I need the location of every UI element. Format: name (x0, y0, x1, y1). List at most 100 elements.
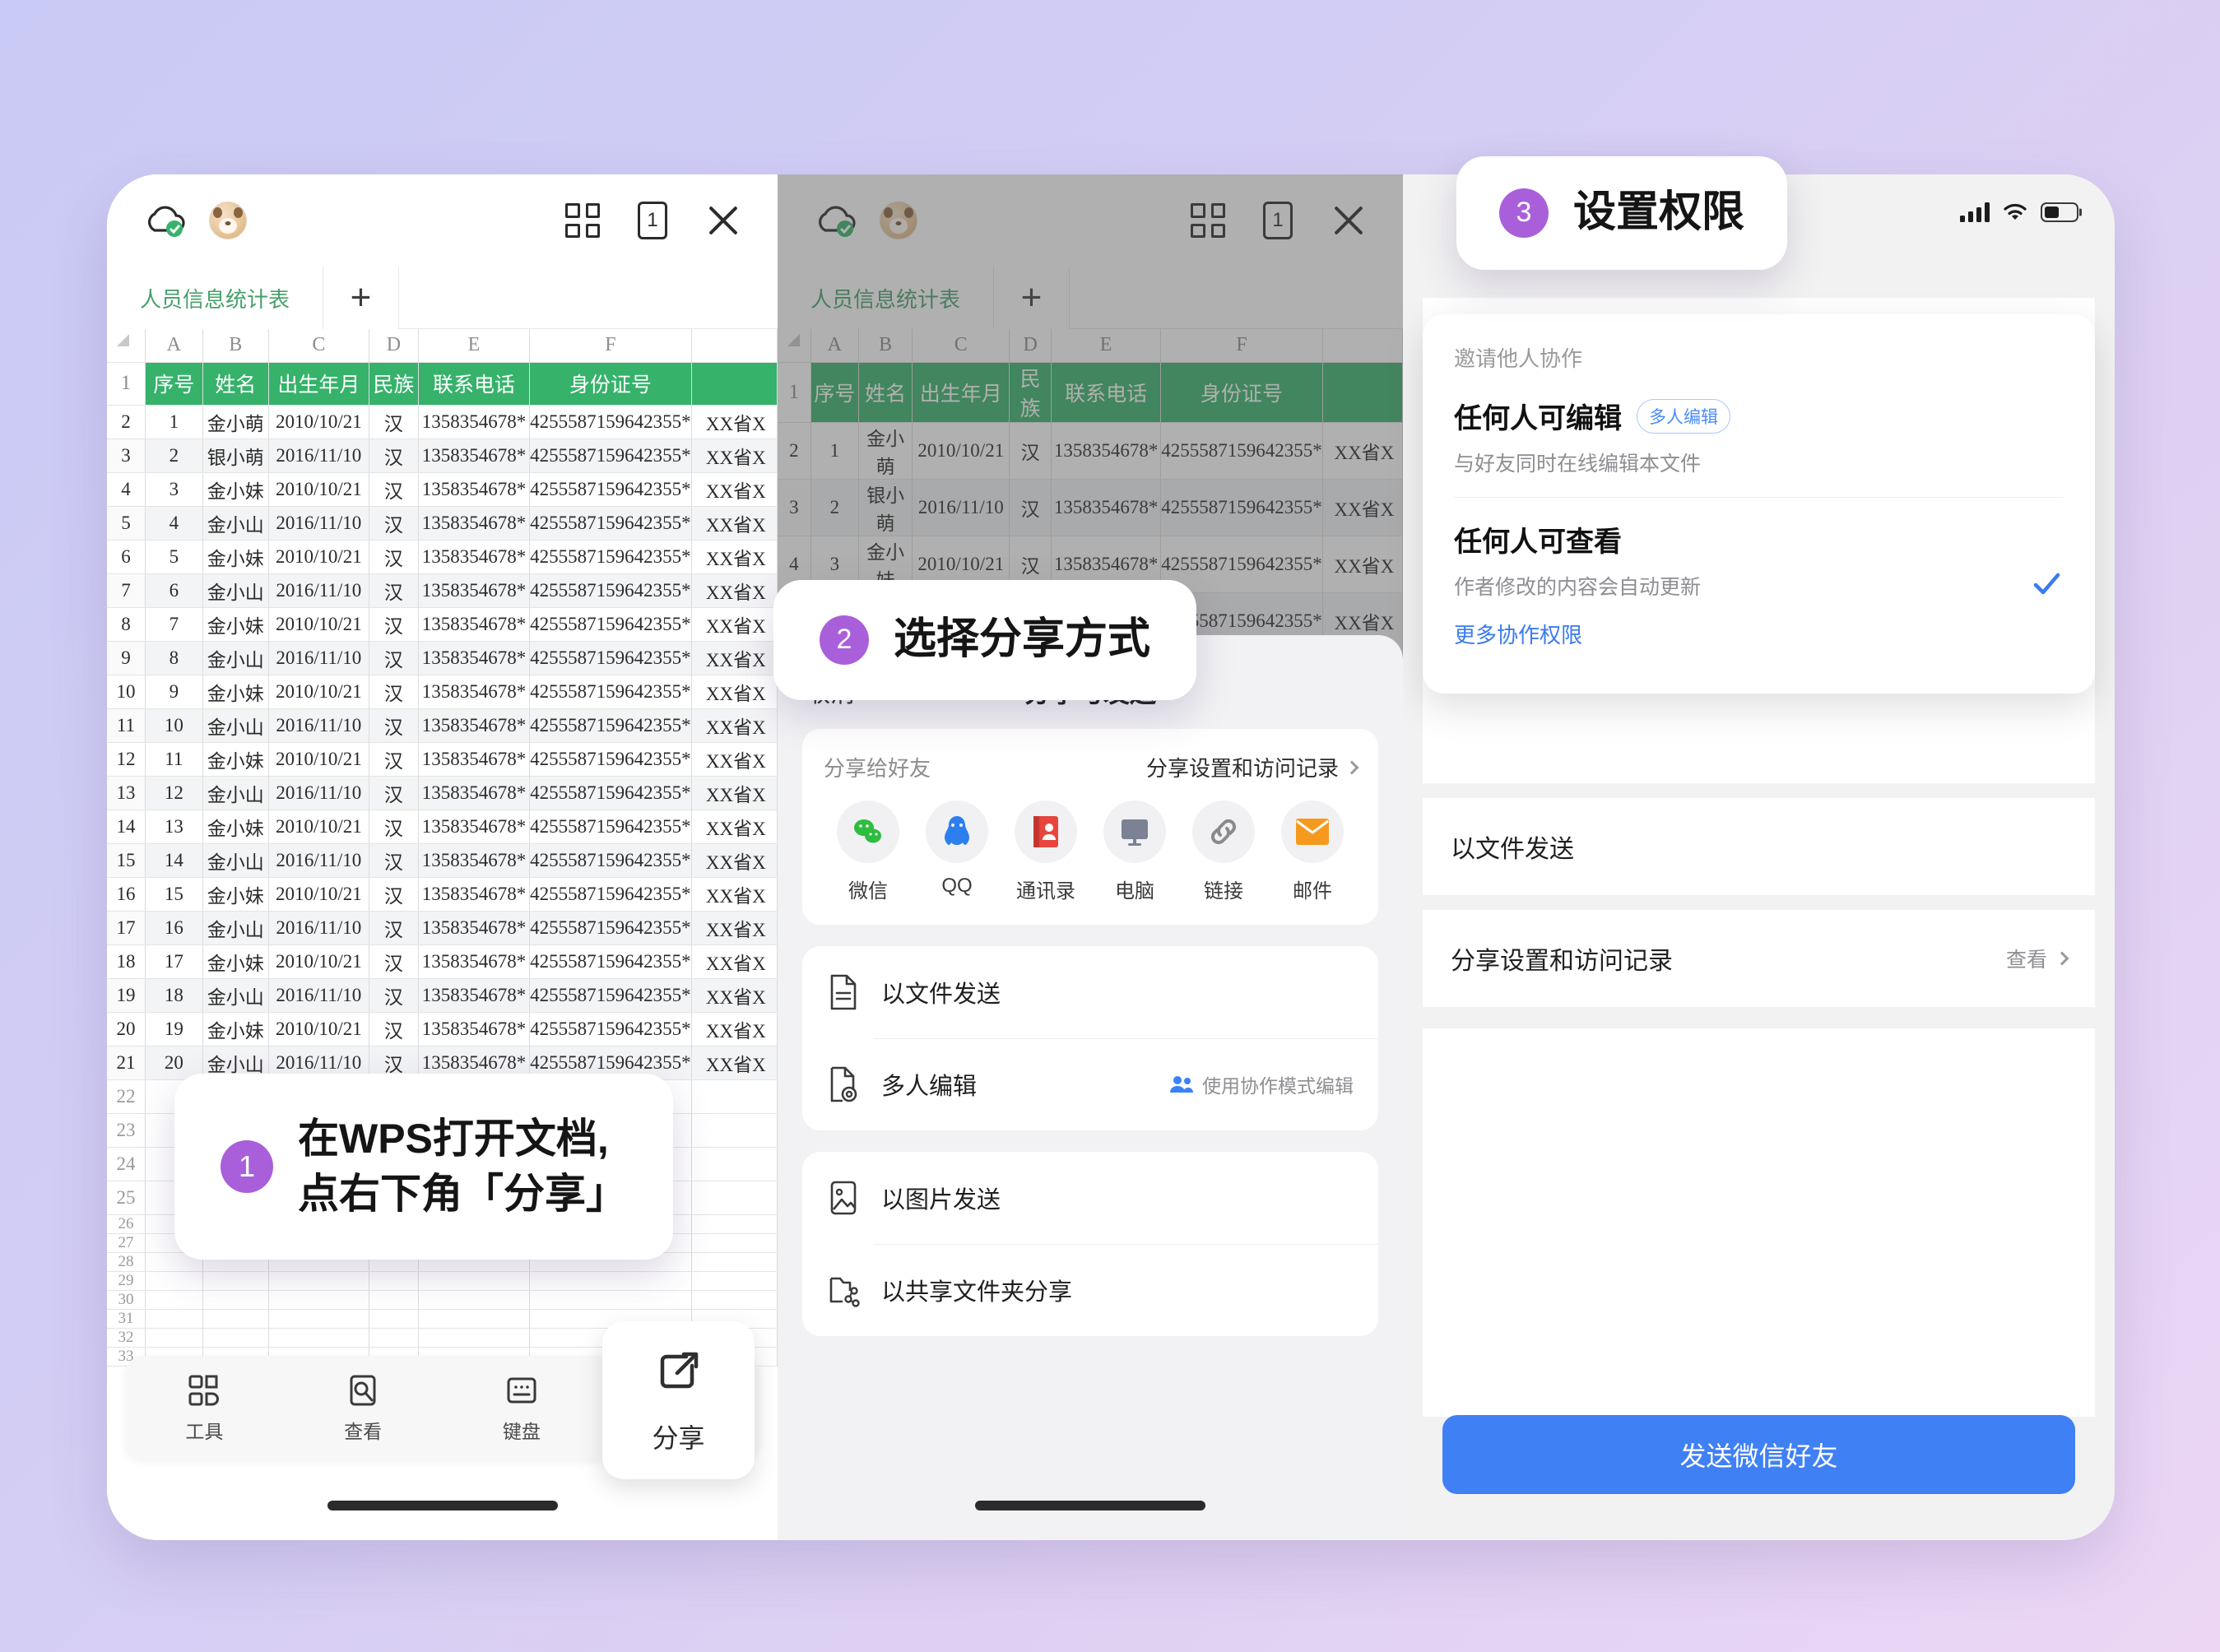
share-option-file[interactable]: 以文件发送 (802, 946, 1378, 1038)
table-cell[interactable]: 金小妹 (202, 607, 269, 642)
row-number[interactable]: 16 (107, 877, 146, 912)
table-cell[interactable]: 1358354678* (418, 708, 531, 743)
close-icon[interactable] (705, 202, 741, 239)
table-cell[interactable]: 6 (145, 573, 203, 608)
table-cell[interactable]: 18 (145, 978, 203, 1013)
table-cell[interactable] (369, 1328, 419, 1348)
column-letter[interactable]: D (369, 329, 419, 363)
table-cell[interactable]: XX省X (691, 1012, 778, 1046)
table-cell[interactable] (691, 1252, 778, 1272)
table-cell[interactable]: 1358354678* (418, 439, 531, 473)
row-number[interactable]: 12 (107, 742, 146, 777)
table-row[interactable]: 1817金小妹2010/10/21汉1358354678*42555871596… (107, 944, 778, 979)
table-cell[interactable]: 2016/11/10 (268, 911, 369, 945)
table-cell[interactable]: XX省X (691, 742, 778, 777)
table-cell[interactable] (202, 1328, 269, 1348)
table-cell[interactable]: 2016/11/10 (268, 978, 369, 1013)
table-cell[interactable]: XX省X (691, 506, 778, 541)
table-cell[interactable]: 2010/10/21 (268, 607, 369, 642)
row-number[interactable]: 10 (107, 675, 146, 709)
share-option-collab[interactable]: 多人编辑 使用协作模式编辑 (802, 1038, 1378, 1130)
sheet-tab-active[interactable]: 人员信息统计表 (107, 267, 324, 329)
table-cell[interactable]: 汉 (369, 810, 419, 844)
share-app-contacts[interactable]: 通讯录 (1001, 800, 1090, 903)
table-cell[interactable]: XX省X (691, 573, 778, 608)
row-number[interactable]: 13 (107, 776, 146, 810)
table-cell[interactable]: 汉 (369, 573, 419, 608)
table-cell[interactable]: 4255587159642355* (529, 439, 692, 473)
table-cell[interactable] (202, 1290, 269, 1310)
table-cell[interactable] (145, 1328, 203, 1348)
table-cell[interactable] (529, 1271, 692, 1291)
table-cell[interactable]: 1358354678* (418, 607, 531, 642)
table-cell[interactable]: 4255587159642355* (529, 877, 692, 912)
add-sheet-button[interactable]: + (323, 267, 400, 329)
share-app-qq[interactable]: QQ (913, 800, 1001, 903)
table-cell[interactable]: 2010/10/21 (268, 472, 369, 507)
table-cell[interactable]: 1358354678* (418, 843, 531, 878)
table-cell[interactable]: 11 (145, 742, 203, 777)
table-cell[interactable]: 汉 (369, 843, 419, 878)
table-cell[interactable]: XX省X (691, 675, 778, 709)
table-row[interactable]: 54金小山2016/11/10汉1358354678*4255587159642… (107, 506, 778, 541)
table-cell[interactable]: 7 (145, 607, 203, 642)
table-cell[interactable]: 4255587159642355* (529, 810, 692, 844)
share-app-link[interactable]: 链接 (1179, 800, 1268, 903)
table-cell[interactable]: 4255587159642355* (529, 742, 692, 777)
table-cell[interactable]: 3 (145, 472, 203, 507)
table-cell[interactable]: 银小萌 (202, 439, 269, 473)
page-count-badge[interactable]: 1 (638, 202, 667, 239)
table-cell[interactable]: 1 (145, 405, 203, 439)
table-cell[interactable]: XX省X (691, 877, 778, 912)
table-cell[interactable]: 4 (145, 506, 203, 541)
table-cell[interactable] (691, 1181, 778, 1215)
table-row[interactable]: 1918金小山2016/11/10汉1358354678*42555871596… (107, 978, 778, 1013)
table-cell[interactable]: 17 (145, 944, 203, 979)
table-cell[interactable]: 4255587159642355* (529, 607, 692, 642)
table-row[interactable]: 1312金小山2016/11/10汉1358354678*42555871596… (107, 776, 778, 810)
row-number[interactable]: 3 (107, 439, 146, 473)
table-row[interactable]: 87金小妹2010/10/21汉1358354678*4255587159642… (107, 607, 778, 642)
table-cell[interactable]: 2010/10/21 (268, 405, 369, 439)
table-cell[interactable]: 5 (145, 540, 203, 574)
table-cell[interactable]: XX省X (691, 405, 778, 439)
table-cell[interactable] (418, 1290, 531, 1310)
row-number[interactable]: 27 (107, 1233, 146, 1253)
table-cell[interactable] (369, 1271, 419, 1291)
table-row[interactable]: 2 1 金小萌 2010/10/21 汉 1358354678* 4255587159642… (107, 405, 778, 439)
table-cell[interactable]: 1358354678* (418, 944, 531, 979)
table-cell[interactable]: 金小妹 (202, 742, 269, 777)
table-cell[interactable]: 10 (145, 708, 203, 743)
table-cell[interactable] (268, 1290, 369, 1310)
table-cell[interactable] (691, 1233, 778, 1253)
column-letter[interactable]: B (202, 329, 269, 363)
share-settings-link[interactable]: 分享设置和访问记录 (1146, 752, 1359, 782)
table-cell[interactable]: 汉 (369, 1012, 419, 1046)
table-cell[interactable]: 金小萌 (202, 405, 269, 439)
row-number[interactable]: 31 (107, 1309, 146, 1329)
table-cell[interactable]: 4255587159642355* (529, 573, 692, 608)
table-cell[interactable]: 2010/10/21 (268, 877, 369, 912)
table-row[interactable]: 76金小山2016/11/10汉1358354678*4255587159642… (107, 573, 778, 608)
table-cell[interactable]: 4255587159642355* (529, 675, 692, 709)
share-option-folder[interactable]: 以共享文件夹分享 (802, 1244, 1378, 1336)
table-cell[interactable]: 金小山 (202, 573, 269, 608)
table-cell[interactable]: XX省X (691, 708, 778, 743)
row-number[interactable]: 20 (107, 1012, 146, 1046)
table-cell[interactable]: 金小山 (202, 506, 269, 541)
table-cell[interactable]: 2010/10/21 (268, 810, 369, 844)
column-letter[interactable]: A (145, 329, 203, 363)
table-row[interactable]: 1110金小山2016/11/10汉1358354678*42555871596… (107, 708, 778, 743)
row-number[interactable]: 18 (107, 944, 146, 979)
table-cell[interactable]: 4255587159642355* (529, 776, 692, 810)
empty-row[interactable]: 29 (107, 1271, 778, 1291)
table-cell[interactable] (418, 1271, 531, 1291)
table-row[interactable]: 98金小山2016/11/10汉1358354678*4255587159642… (107, 641, 778, 675)
send-to-wechat-button[interactable]: 发送微信好友 (1442, 1415, 2075, 1494)
table-cell[interactable]: XX省X (691, 1046, 778, 1080)
table-cell[interactable]: 汉 (369, 405, 419, 439)
table-cell[interactable]: 金小妹 (202, 877, 269, 912)
table-row[interactable]: 109金小妹2010/10/21汉1358354678*425558715964… (107, 675, 778, 709)
table-cell[interactable]: 汉 (369, 742, 419, 777)
table-cell[interactable] (691, 1214, 778, 1234)
